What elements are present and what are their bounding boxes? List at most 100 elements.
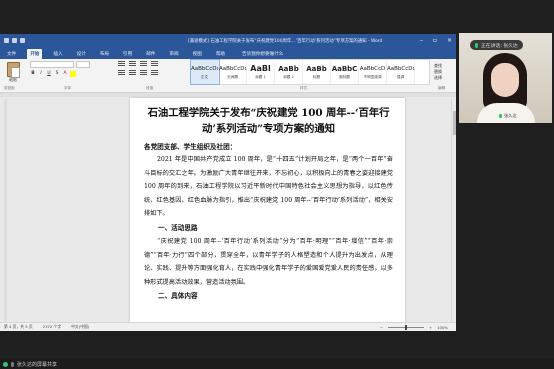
screen-share-bar: 张久达的屏幕共享 [0, 359, 554, 369]
meeting-screen: [兼容模式] 石油工程学院关于发布“庆祝建党100周年…‘百年行动’系列活动”专… [0, 0, 554, 369]
style-subtle-emphasis[interactable]: AaBbCcD 不明显强调 [359, 60, 387, 84]
person-face [491, 63, 519, 97]
tell-me-search[interactable]: 告诉我你想要做什么 [242, 49, 283, 59]
maximize-icon[interactable]: ▫ [433, 37, 437, 44]
style-name: 不明显强调 [363, 75, 382, 79]
tab-file[interactable]: 文件 [4, 49, 19, 59]
bold-button[interactable]: B [30, 71, 36, 77]
word-window: [兼容模式] 石油工程学院关于发布“庆祝建党100周年…‘百年行动’系列活动”专… [0, 34, 456, 331]
sort-icon[interactable] [151, 61, 158, 67]
style-preview: AaBbCcDd [219, 66, 246, 72]
highlight-button[interactable] [70, 71, 76, 77]
style-name: 副标题 [339, 75, 350, 79]
document-title-line-2: 动’系列活动”专项方案的通知 [202, 123, 335, 135]
style-emphasis[interactable]: AaBbCcDd 强调 [387, 60, 415, 84]
tab-layout[interactable]: 布局 [97, 49, 112, 59]
horizontal-ruler [0, 93, 456, 97]
participant-name-badge: 张久达 [499, 113, 517, 119]
paragraph-group [118, 61, 186, 85]
undo-icon[interactable] [12, 38, 17, 43]
style-heading-1[interactable]: AaBl 标题 1 [247, 60, 275, 84]
tab-insert[interactable]: 插入 [50, 49, 65, 59]
status-bar: 第 4 页，共 5 页 2372 个字 中文(中国) − + 100% [0, 322, 456, 331]
redo-icon[interactable] [20, 38, 25, 43]
bullets-icon[interactable] [118, 61, 125, 67]
style-normal[interactable]: AaBbCcDd 正文 [190, 59, 220, 85]
style-title[interactable]: AaBb 标题 [303, 60, 331, 84]
style-name: 标题 1 [255, 75, 266, 79]
select-button[interactable]: 选择 [434, 75, 442, 81]
numbering-icon[interactable] [129, 61, 136, 67]
close-icon[interactable]: × [447, 37, 452, 44]
heading-activity-idea: 一、活动思路 [158, 223, 198, 232]
style-name: 标题 [312, 75, 321, 79]
tab-home[interactable]: 开始 [27, 49, 43, 59]
font-label: 字体 [64, 86, 72, 90]
tab-review[interactable]: 审阅 [166, 49, 181, 59]
zoom-slider[interactable] [387, 325, 424, 330]
style-preview: AaBb [278, 65, 299, 73]
word-count[interactable]: 2372 个字 [43, 324, 61, 330]
style-name: 强调 [396, 75, 405, 79]
style-heading-2[interactable]: AaBb 标题 2 [275, 60, 303, 84]
tab-mailings[interactable]: 邮件 [143, 49, 158, 59]
quick-access-toolbar [0, 38, 25, 43]
strikethrough-button[interactable]: S [54, 71, 60, 77]
align-left-icon[interactable] [118, 70, 125, 76]
italic-button[interactable]: I [38, 71, 44, 77]
style-name: 标题 2 [283, 75, 294, 79]
zoom-level[interactable]: 100% [437, 325, 448, 330]
zoom-out-icon[interactable]: − [380, 325, 383, 330]
document-page[interactable]: 石油工程学院关于发布“庆祝建党 100 周年--‘百年行 动’系列活动”专项方案… [130, 98, 405, 328]
ribbon-home: 粘贴 B I U S A AaBbCcDd 正文 AaBbCcDd 无间隔 Aa… [0, 59, 456, 93]
tab-help[interactable]: 帮助 [213, 49, 228, 59]
style-name: 无间隔 [227, 75, 238, 79]
ribbon-tabs: 文件 开始 插入 设计 布局 引用 邮件 审阅 视图 帮助 告诉我你想要做什么 [0, 47, 456, 59]
language-indicator[interactable]: 中文(中国) [71, 324, 89, 330]
paragraph-2: “庆祝建党 100 周年--‘百年行动’系列活动”分为“百年·明理”“百年·增信… [144, 237, 393, 286]
style-subtitle[interactable]: AaBbC 副标题 [331, 60, 359, 84]
justify-icon[interactable] [151, 70, 158, 76]
screen-share-label: 张久达的屏幕共享 [17, 361, 58, 368]
paragraph-1: 2021 年是中国共产党成立 100 周年，是“十四五”计划开局之年，是“两个一… [144, 156, 393, 218]
underline-button[interactable]: U [46, 71, 52, 77]
speaking-indicator: 正在讲话: 张久达 [470, 40, 523, 50]
style-preview: AaBbCcDd [387, 66, 414, 72]
style-preview: AaBl [250, 64, 271, 73]
scrollbar-thumb[interactable] [453, 111, 456, 135]
page-count[interactable]: 第 4 页，共 5 页 [4, 324, 33, 330]
window-controls: – ▫ × [420, 37, 452, 44]
font-color-button[interactable]: A [62, 71, 68, 77]
participant-name: 张久达 [504, 113, 517, 118]
tab-view[interactable]: 视图 [190, 49, 205, 59]
window-title: [兼容模式] 石油工程学院关于发布“庆祝建党100周年…‘百年行动’系列活动”专… [188, 39, 383, 44]
vertical-scrollbar[interactable] [451, 99, 456, 322]
document-area: 石油工程学院关于发布“庆祝建党 100 周年--‘百年行 动’系列活动”专项方案… [0, 93, 456, 328]
title-bar: [兼容模式] 石油工程学院关于发布“庆祝建党100周年…‘百年行动’系列活动”专… [0, 34, 456, 47]
save-icon[interactable] [4, 38, 9, 43]
indent-icon[interactable] [140, 61, 147, 67]
style-preview: AaBb [306, 65, 327, 73]
speaking-label: 正在讲话: 张久达 [481, 43, 518, 49]
align-right-icon[interactable] [140, 70, 147, 76]
tab-design[interactable]: 设计 [74, 49, 89, 59]
paste-button[interactable]: 粘贴 [4, 61, 22, 85]
editing-group: 查找 替换 选择 [434, 63, 442, 81]
tab-references[interactable]: 引用 [120, 49, 135, 59]
zoom-in-icon[interactable]: + [429, 325, 432, 330]
heading-specific-content: 二、具体内容 [158, 292, 198, 301]
font-size-select[interactable] [76, 61, 90, 68]
minimize-icon[interactable]: – [420, 37, 423, 44]
style-preview: AaBbCcDd [191, 66, 218, 72]
mic-active-icon [499, 114, 502, 118]
styles-gallery: AaBbCcDd 正文 AaBbCcDd 无间隔 AaBl 标题 1 AaBb … [190, 59, 430, 85]
align-center-icon[interactable] [129, 70, 136, 76]
editing-label: 编辑 [438, 86, 446, 90]
document-title-line-1: 石油工程学院关于发布“庆祝建党 100 周年--‘百年行 [147, 107, 390, 119]
mic-icon [475, 42, 478, 48]
style-preview: AaBbCcD [359, 66, 386, 72]
font-name-select[interactable] [30, 61, 74, 68]
paragraph-label: 段落 [146, 86, 154, 90]
styles-label: 样式 [300, 86, 308, 90]
style-no-spacing[interactable]: AaBbCcDd 无间隔 [219, 60, 247, 84]
